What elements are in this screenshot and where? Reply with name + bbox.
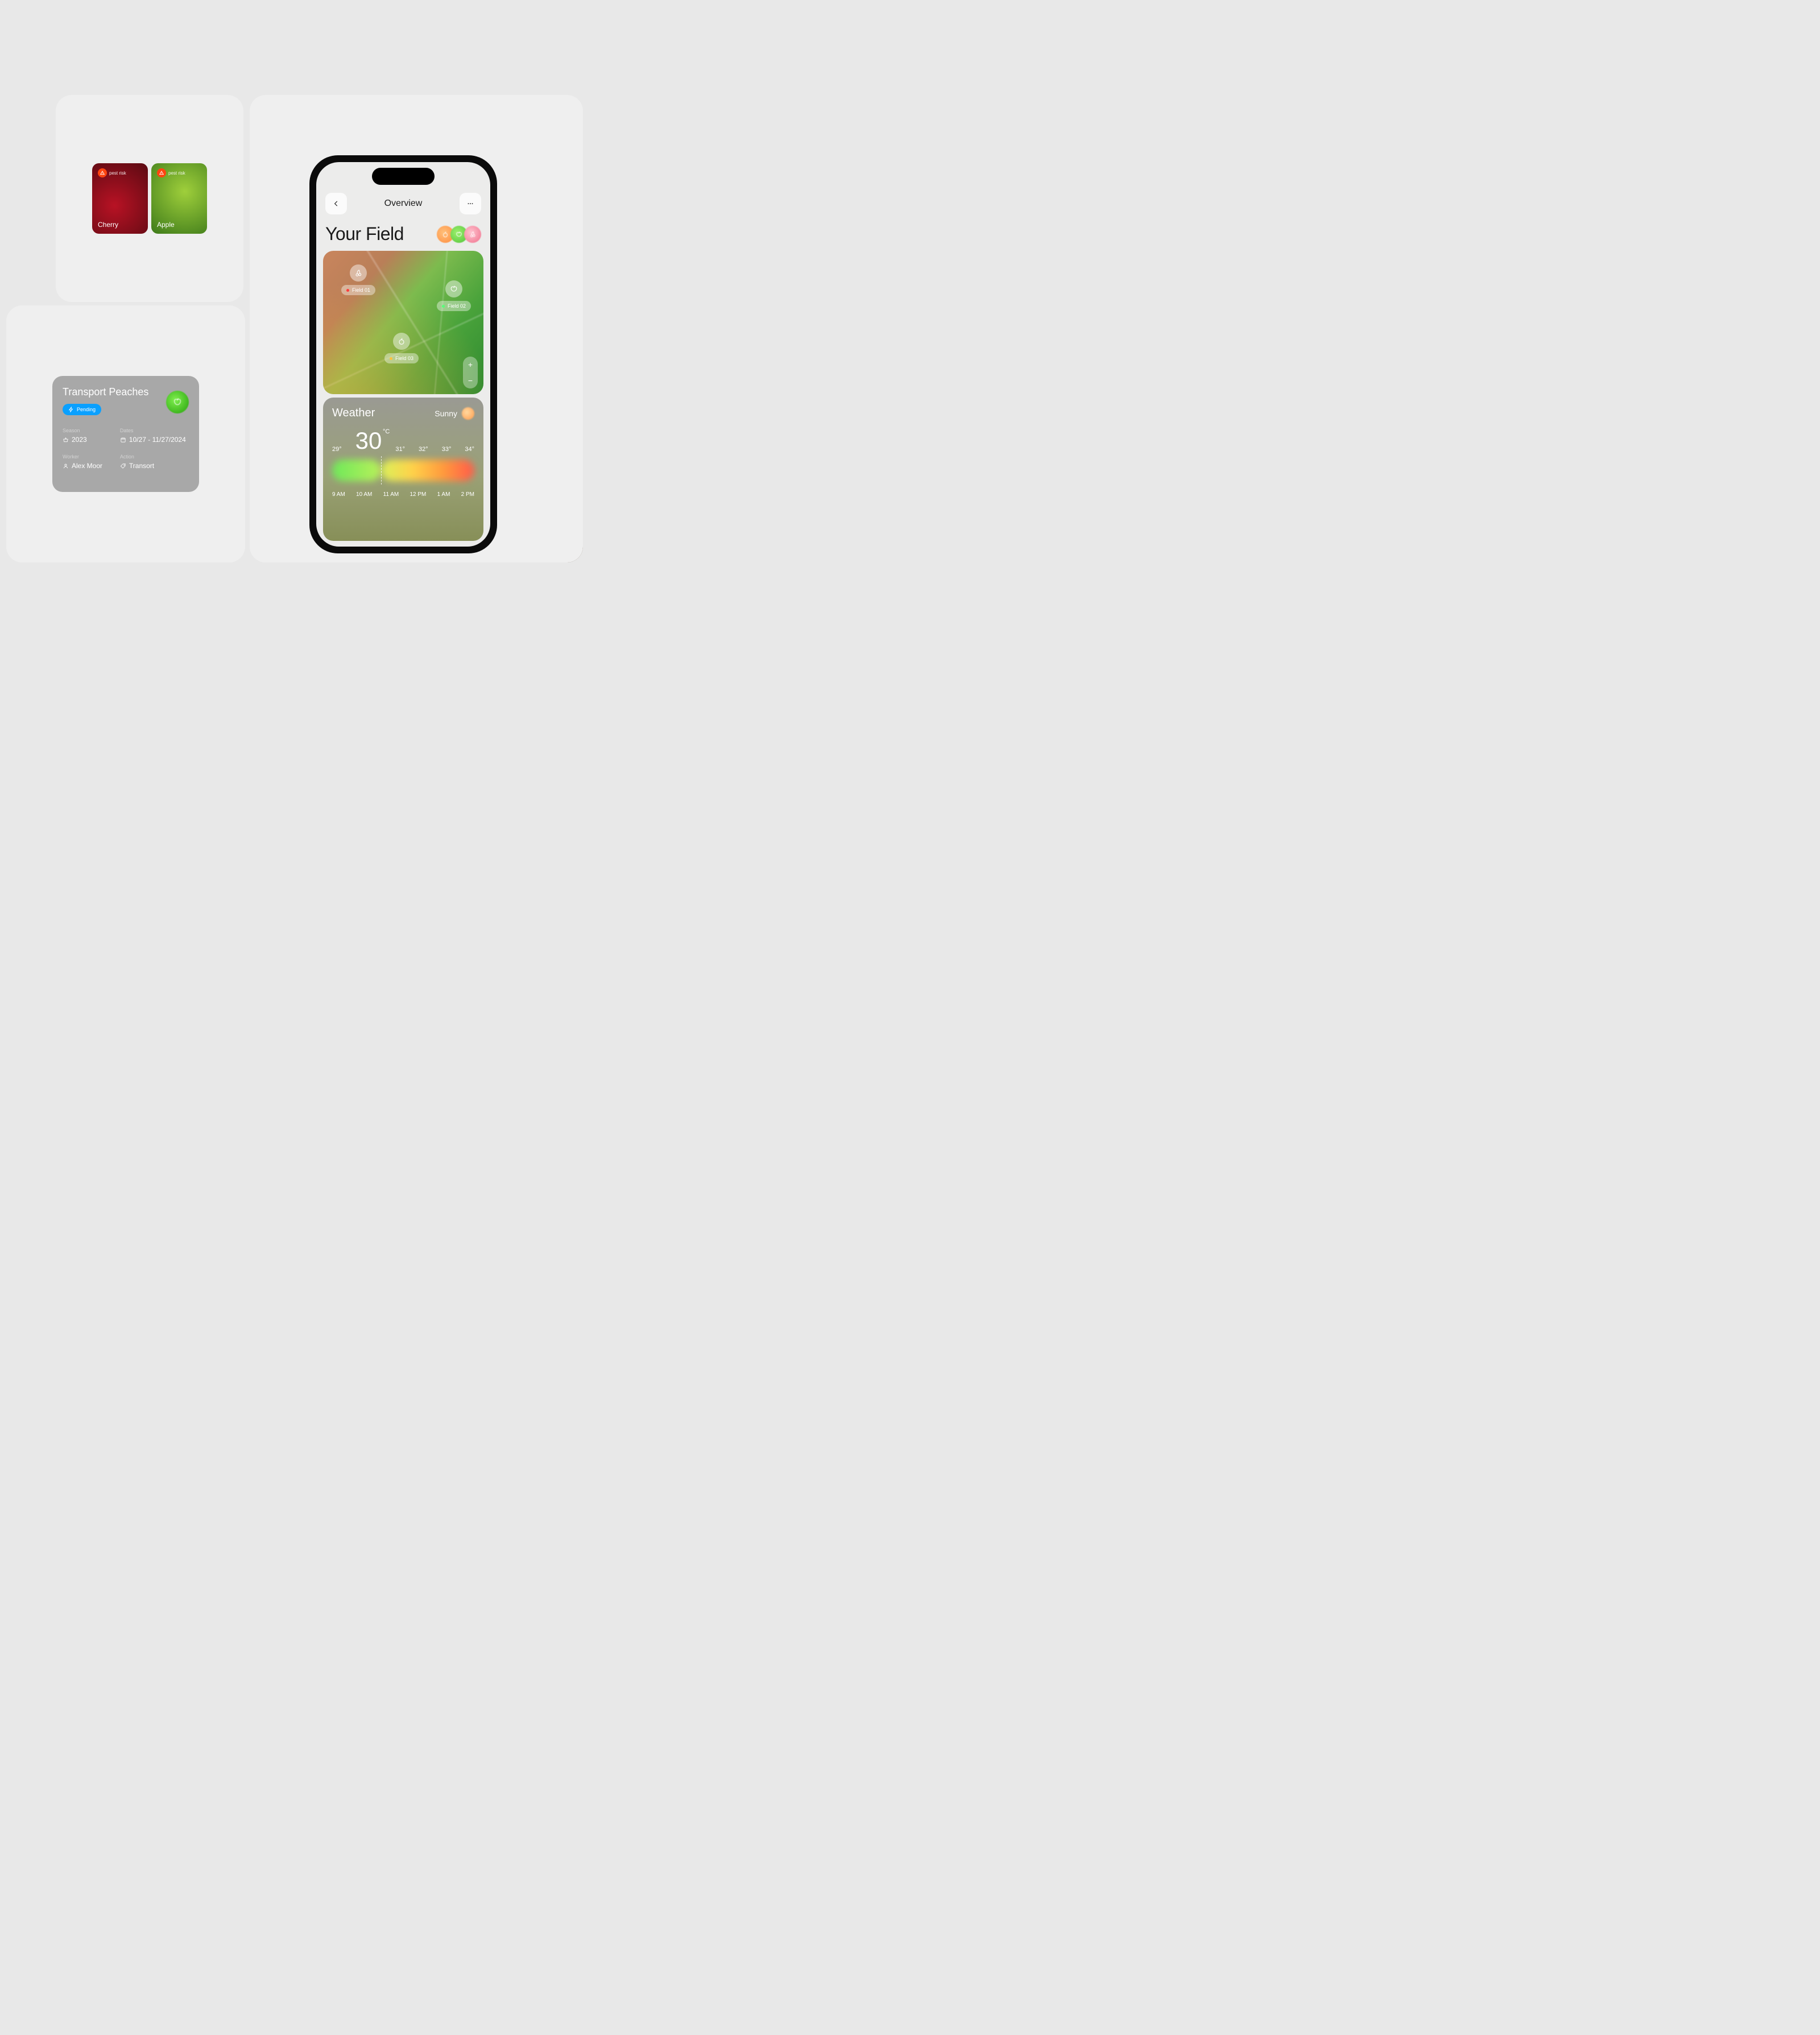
peach-icon — [441, 230, 449, 238]
hour-2: 11 AM — [383, 491, 399, 498]
task-panel: Transport Peaches Pending Season 2023 Da… — [6, 305, 245, 562]
field-label: Action — [120, 454, 189, 460]
crop-chips — [440, 226, 481, 243]
field-map[interactable]: Field 01 Field 02 Field 03 + − — [323, 251, 483, 394]
weather-condition: Sunny — [435, 409, 457, 418]
hour-4: 1 AM — [437, 491, 450, 498]
pest-risk-badge: pest risk — [157, 168, 185, 177]
temp-current: 30 °C — [355, 429, 382, 453]
temp-gradient-bar — [332, 458, 474, 482]
apple-icon — [455, 230, 463, 238]
person-icon — [63, 463, 69, 469]
pest-risk-label: pest risk — [168, 171, 185, 176]
more-button[interactable] — [460, 193, 481, 214]
hour-3: 12 PM — [410, 491, 426, 498]
field-marker-1[interactable]: Field 01 — [341, 264, 375, 295]
zoom-in-button[interactable]: + — [463, 357, 478, 373]
temp-3: 32° — [419, 446, 428, 453]
zoom-control: + − — [463, 357, 478, 388]
field-value: Transort — [129, 462, 154, 470]
arrow-left-icon — [332, 200, 340, 208]
status-text: Pending — [77, 407, 96, 412]
pest-risk-label: pest risk — [109, 171, 126, 176]
crops-panel: pest risk Cherry pest risk Apple — [56, 95, 243, 302]
task-field-action: Action Transort — [120, 454, 189, 470]
field-value: 2023 — [72, 436, 87, 444]
field-label: Season — [63, 428, 120, 433]
more-icon — [466, 200, 474, 208]
field-value: 10/27 - 11/27/2024 — [129, 436, 186, 444]
pest-risk-badge: pest risk — [98, 168, 126, 177]
hour-row: 9 AM 10 AM 11 AM 12 PM 1 AM 2 PM — [332, 491, 474, 498]
weather-card: Weather Sunny 29° 30 °C 31° 32° 33° 34° — [323, 398, 483, 541]
crop-card-apple[interactable]: pest risk Apple — [151, 163, 207, 234]
temp-4: 33° — [442, 446, 452, 453]
task-card[interactable]: Transport Peaches Pending Season 2023 Da… — [52, 376, 199, 492]
back-button[interactable] — [325, 193, 347, 214]
task-field-season: Season 2023 — [63, 428, 120, 444]
page-heading: Your Field — [325, 224, 404, 245]
calendar-icon — [120, 437, 126, 443]
current-time-needle — [381, 456, 382, 485]
phone-panel: Overview Your Field — [250, 95, 583, 562]
fruit-icon — [166, 391, 189, 413]
field-label: Field 01 — [352, 287, 370, 293]
crop-name: Cherry — [98, 221, 118, 229]
apple-icon — [445, 280, 462, 297]
sun-icon — [462, 407, 474, 420]
status-pill: Pending — [63, 404, 101, 415]
cherry-icon — [350, 264, 367, 282]
screen-title: Overview — [347, 198, 460, 209]
chip-cherry[interactable] — [464, 226, 481, 243]
temp-0: 29° — [332, 446, 342, 453]
phone-screen: Overview Your Field — [316, 162, 490, 547]
field-label: Field 03 — [395, 355, 413, 361]
cherry-icon — [469, 230, 477, 238]
peach-icon — [393, 333, 410, 350]
field-value: Alex Moor — [72, 462, 102, 470]
hour-0: 9 AM — [332, 491, 345, 498]
field-label: Worker — [63, 454, 120, 460]
temp-unit: °C — [383, 429, 390, 435]
temp-current-value: 30 — [355, 427, 382, 454]
field-marker-3[interactable]: Field 03 — [384, 333, 419, 363]
zoom-out-button[interactable]: − — [463, 373, 478, 388]
crop-name: Apple — [157, 221, 175, 229]
bolt-icon — [68, 407, 74, 412]
field-label: Field 02 — [448, 303, 466, 309]
tag-icon — [120, 463, 126, 469]
temp-5: 34° — [465, 446, 474, 453]
hour-5: 2 PM — [461, 491, 474, 498]
crop-card-cherry[interactable]: pest risk Cherry — [92, 163, 148, 234]
alert-icon — [157, 168, 166, 177]
field-marker-2[interactable]: Field 02 — [437, 280, 471, 311]
phone-frame: Overview Your Field — [309, 155, 497, 553]
task-field-dates: Dates 10/27 - 11/27/2024 — [120, 428, 189, 444]
weather-title: Weather — [332, 407, 375, 420]
basket-icon — [63, 437, 69, 443]
dynamic-island — [372, 168, 435, 185]
field-label: Dates — [120, 428, 189, 433]
task-field-worker: Worker Alex Moor — [63, 454, 120, 470]
hour-1: 10 AM — [356, 491, 372, 498]
temp-2: 31° — [395, 446, 405, 453]
alert-icon — [98, 168, 107, 177]
